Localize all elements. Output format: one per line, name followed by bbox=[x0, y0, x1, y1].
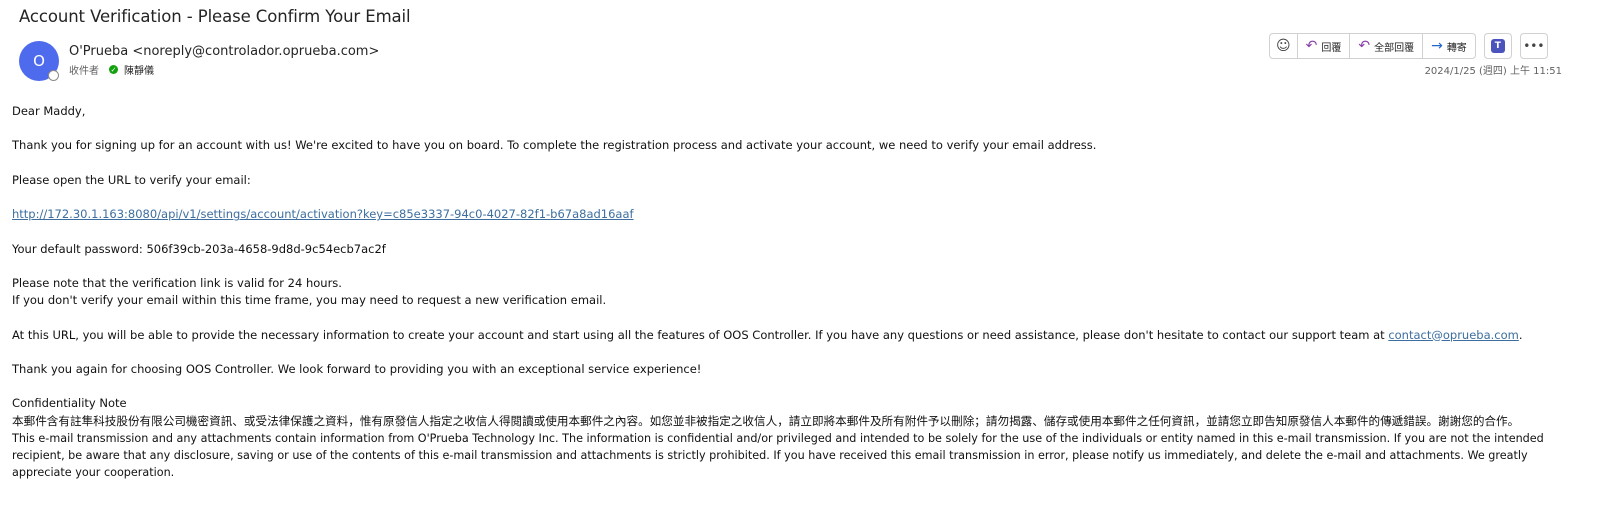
activation-link[interactable]: http://172.30.1.163:8080/api/v1/settings… bbox=[12, 207, 634, 221]
url-info-text: At this URL, you will be able to provide… bbox=[12, 327, 1389, 342]
reply-button[interactable]: ↶ 回覆 bbox=[1298, 34, 1351, 58]
forward-arrow-icon: → bbox=[1431, 38, 1443, 54]
sender-name[interactable]: O'Prueba <noreply@controlador.oprueba.co… bbox=[69, 44, 379, 59]
reply-button-group: ☺ ↶ 回覆 ↶ 全部回覆 → 轉寄 bbox=[1269, 33, 1476, 59]
expire-note: If you don't verify your email within th… bbox=[12, 293, 607, 308]
presence-status-icon bbox=[48, 70, 59, 81]
reply-label: 回覆 bbox=[1321, 42, 1342, 54]
verified-check-icon: ✓ bbox=[109, 65, 118, 74]
reply-all-button[interactable]: ↶ 全部回覆 bbox=[1350, 34, 1424, 58]
teams-button[interactable]: T bbox=[1483, 33, 1512, 59]
open-url-paragraph: Please open the URL to verify your email… bbox=[12, 172, 251, 187]
confidentiality-section: Confidentiality Note 本郵件含有註隼科技股份有限公司機密資訊… bbox=[12, 395, 1572, 481]
greeting: Dear Maddy, bbox=[12, 104, 86, 118]
more-icon: ••• bbox=[1523, 39, 1545, 53]
avatar-initial: O bbox=[33, 52, 45, 70]
reply-all-arrow-icon: ↶ bbox=[1358, 38, 1371, 54]
emoji-reaction-button[interactable]: ☺ bbox=[1270, 34, 1298, 58]
message-actions-toolbar: ☺ ↶ 回覆 ↶ 全部回覆 → 轉寄 T ••• bbox=[1269, 33, 1548, 59]
forward-label: 轉寄 bbox=[1446, 42, 1467, 54]
email-body: Dear Maddy, Thank you for signing up for… bbox=[12, 103, 1572, 481]
confidentiality-en: This e-mail transmission and any attachm… bbox=[12, 431, 1544, 480]
reply-arrow-icon: ↶ bbox=[1305, 38, 1318, 54]
valid-note: Please note that the verification link i… bbox=[12, 275, 342, 290]
url-info-suffix: . bbox=[1518, 327, 1523, 342]
confidentiality-title: Confidentiality Note bbox=[12, 396, 127, 411]
thanks-paragraph: Thank you again for choosing OOS Control… bbox=[12, 361, 702, 376]
forward-button[interactable]: → 轉寄 bbox=[1423, 34, 1475, 58]
recipient-row: 收件者 ✓ 陳靜儀 bbox=[69, 62, 154, 77]
default-password: Your default password: 506f39cb-203a-465… bbox=[12, 241, 386, 256]
emoji-icon: ☺ bbox=[1276, 38, 1291, 54]
teams-icon: T bbox=[1490, 39, 1505, 53]
support-email-link[interactable]: contact@oprueba.com bbox=[1388, 328, 1519, 342]
email-timestamp: 2024/1/25 (週四) 上午 11:51 bbox=[1424, 66, 1562, 77]
email-subject: Account Verification - Please Confirm Yo… bbox=[19, 7, 411, 26]
to-label: 收件者 bbox=[69, 66, 99, 77]
more-actions-button[interactable]: ••• bbox=[1519, 33, 1548, 59]
recipient-name[interactable]: 陳靜儀 bbox=[124, 62, 154, 77]
confidentiality-zh: 本郵件含有註隼科技股份有限公司機密資訊、或受法律保護之資料，惟有原發信人指定之收… bbox=[12, 413, 1520, 428]
reply-all-label: 全部回覆 bbox=[1374, 42, 1415, 54]
intro-paragraph: Thank you for signing up for an account … bbox=[12, 138, 1097, 153]
